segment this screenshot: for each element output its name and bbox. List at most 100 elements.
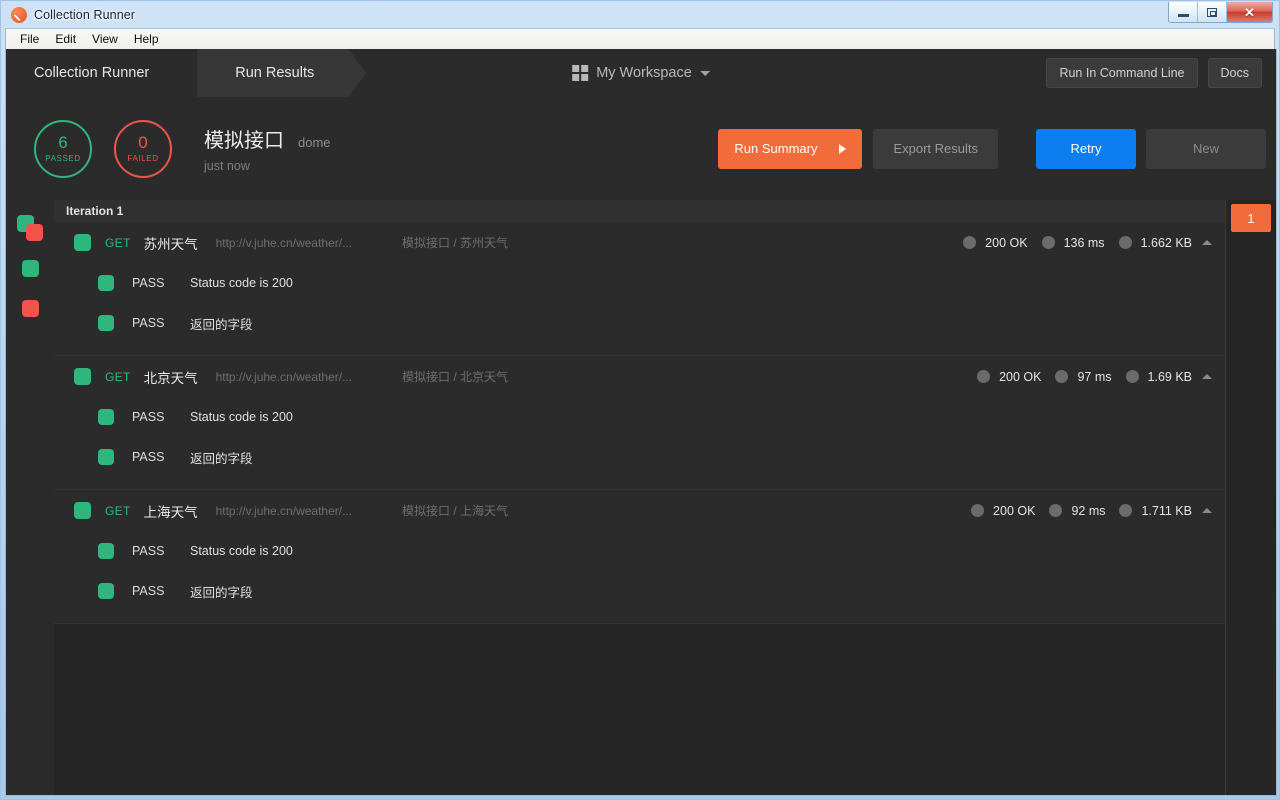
time-dot-icon [1041,236,1055,249]
request-breadcrumb: 模拟接口 / 北京天气 [402,370,509,384]
test-status: PASS [132,584,165,598]
response-time: 92 ms [1071,503,1106,518]
request-method: GET [105,235,131,250]
new-run-button[interactable]: New [1146,128,1266,169]
test-row: PASS Status code is 200 [54,531,1226,571]
results-pane: Iteration 1 GET 苏州天气 http://v.juhe.cn/we… [54,200,1226,795]
failed-results-icon [21,299,39,317]
iteration-rail: 1 [1226,200,1276,795]
results-body: Iteration 1 GET 苏州天气 http://v.juhe.cn/we… [6,200,1276,795]
menu-item-view[interactable]: View [84,30,126,48]
minimize-button[interactable] [1169,2,1198,22]
test-row: PASS 返回的字段 [54,437,1226,477]
run-summary-button[interactable]: Run Summary [718,128,863,169]
all-results-icon [17,215,43,241]
maximize-button[interactable] [1198,2,1227,22]
export-results-button[interactable]: Export Results [873,128,998,169]
run-summary-bar: 6 PASSED 0 FAILED 模拟接口 dome just now Run… [6,97,1276,200]
request-url: http://v.juhe.cn/weather/... [215,235,353,250]
close-button[interactable]: ✕ [1227,2,1272,22]
test-status: PASS [132,276,165,290]
test-status-icon [98,409,114,425]
top-nav-actions: Run In Command Line Docs [1046,49,1262,97]
iteration-chip-1[interactable]: 1 [1231,204,1271,232]
close-icon: ✕ [1244,4,1255,20]
minimize-icon [1177,14,1189,17]
request-status-icon [74,368,91,385]
request-stats: 200 OK 136 ms 1.662 KB [949,236,1192,250]
retry-button[interactable]: Retry [1036,128,1136,169]
run-in-command-line-button[interactable]: Run In Command Line [1046,58,1198,88]
request-block: GET 上海天气 http://v.juhe.cn/weather/... 模拟… [54,490,1226,624]
workspace-selector[interactable]: My Workspace [572,49,710,97]
response-status: 200 OK [999,369,1042,384]
page-title: 模拟接口 [204,130,284,152]
request-url: http://v.juhe.cn/weather/... [215,369,353,384]
status-dot-icon [971,504,985,517]
menu-item-help[interactable]: Help [126,30,167,48]
tab-collection-runner[interactable]: Collection Runner [6,49,197,97]
workspace-label: My Workspace [596,65,692,81]
window-title: Collection Runner [34,7,136,22]
size-dot-icon [1125,370,1139,383]
time-dot-icon [1049,504,1063,517]
test-status-icon [98,275,114,291]
app-canvas: Collection Runner Run Results My Workspa… [5,49,1277,796]
request-breadcrumb: 模拟接口 / 上海天气 [402,504,509,518]
test-name: 返回的字段 [190,451,253,466]
test-status-icon [98,543,114,559]
test-status: PASS [132,450,165,464]
request-status-icon [74,502,91,519]
test-status: PASS [132,316,165,330]
chevron-down-icon [699,70,710,76]
maximize-icon [1207,7,1217,17]
failed-label: FAILED [127,154,159,163]
request-row[interactable]: GET 北京天气 http://v.juhe.cn/weather/... 模拟… [54,356,1226,397]
chevron-up-icon[interactable] [1202,374,1212,379]
menu-bar: File Edit View Help [5,28,1275,49]
request-row[interactable]: GET 上海天气 http://v.juhe.cn/weather/... 模拟… [54,490,1226,531]
run-timestamp: just now [204,159,250,173]
pane-edge [1225,200,1226,795]
response-size: 1.662 KB [1140,235,1192,250]
filter-legend-rail [6,200,54,795]
test-name: 返回的字段 [190,585,253,600]
request-stats: 200 OK 92 ms 1.711 KB [957,504,1192,518]
test-row: PASS Status code is 200 [54,397,1226,437]
test-name: 返回的字段 [190,317,253,332]
request-row[interactable]: GET 苏州天气 http://v.juhe.cn/weather/... 模拟… [54,222,1226,263]
size-dot-icon [1119,504,1133,517]
status-dot-icon [963,236,977,249]
request-method: GET [105,369,131,384]
run-metadata: 模拟接口 dome just now [204,124,331,173]
menu-item-file[interactable]: File [12,30,47,48]
filter-all[interactable] [6,208,54,248]
passed-results-icon [21,259,39,277]
time-dot-icon [1055,370,1069,383]
filter-passed[interactable] [6,248,54,288]
passed-stat: 6 PASSED [34,119,92,178]
menu-item-edit[interactable]: Edit [47,30,84,48]
response-status: 200 OK [993,503,1036,518]
status-dot-icon [977,370,991,383]
test-status-icon [98,449,114,465]
request-block: GET 苏州天气 http://v.juhe.cn/weather/... 模拟… [54,222,1226,356]
request-method: GET [105,503,131,518]
test-name: Status code is 200 [190,276,293,290]
test-status-icon [98,315,114,331]
tab-collection-runner-label: Collection Runner [34,65,150,81]
top-navigation: Collection Runner Run Results My Workspa… [6,49,1276,97]
summary-actions: Run Summary Export Results Retry New [718,97,1266,200]
chevron-up-icon[interactable] [1202,240,1212,245]
collection-name: dome [298,135,331,150]
tab-run-results-label: Run Results [235,65,315,81]
test-status-icon [98,583,114,599]
tab-run-results[interactable]: Run Results [197,49,366,97]
filter-failed[interactable] [6,288,54,328]
docs-button[interactable]: Docs [1207,58,1262,88]
failed-count: 0 [138,133,148,152]
request-url: http://v.juhe.cn/weather/... [215,503,353,518]
test-status: PASS [132,544,165,558]
window-titlebar[interactable]: Collection Runner ✕ [5,1,1275,28]
chevron-up-icon[interactable] [1202,508,1212,513]
